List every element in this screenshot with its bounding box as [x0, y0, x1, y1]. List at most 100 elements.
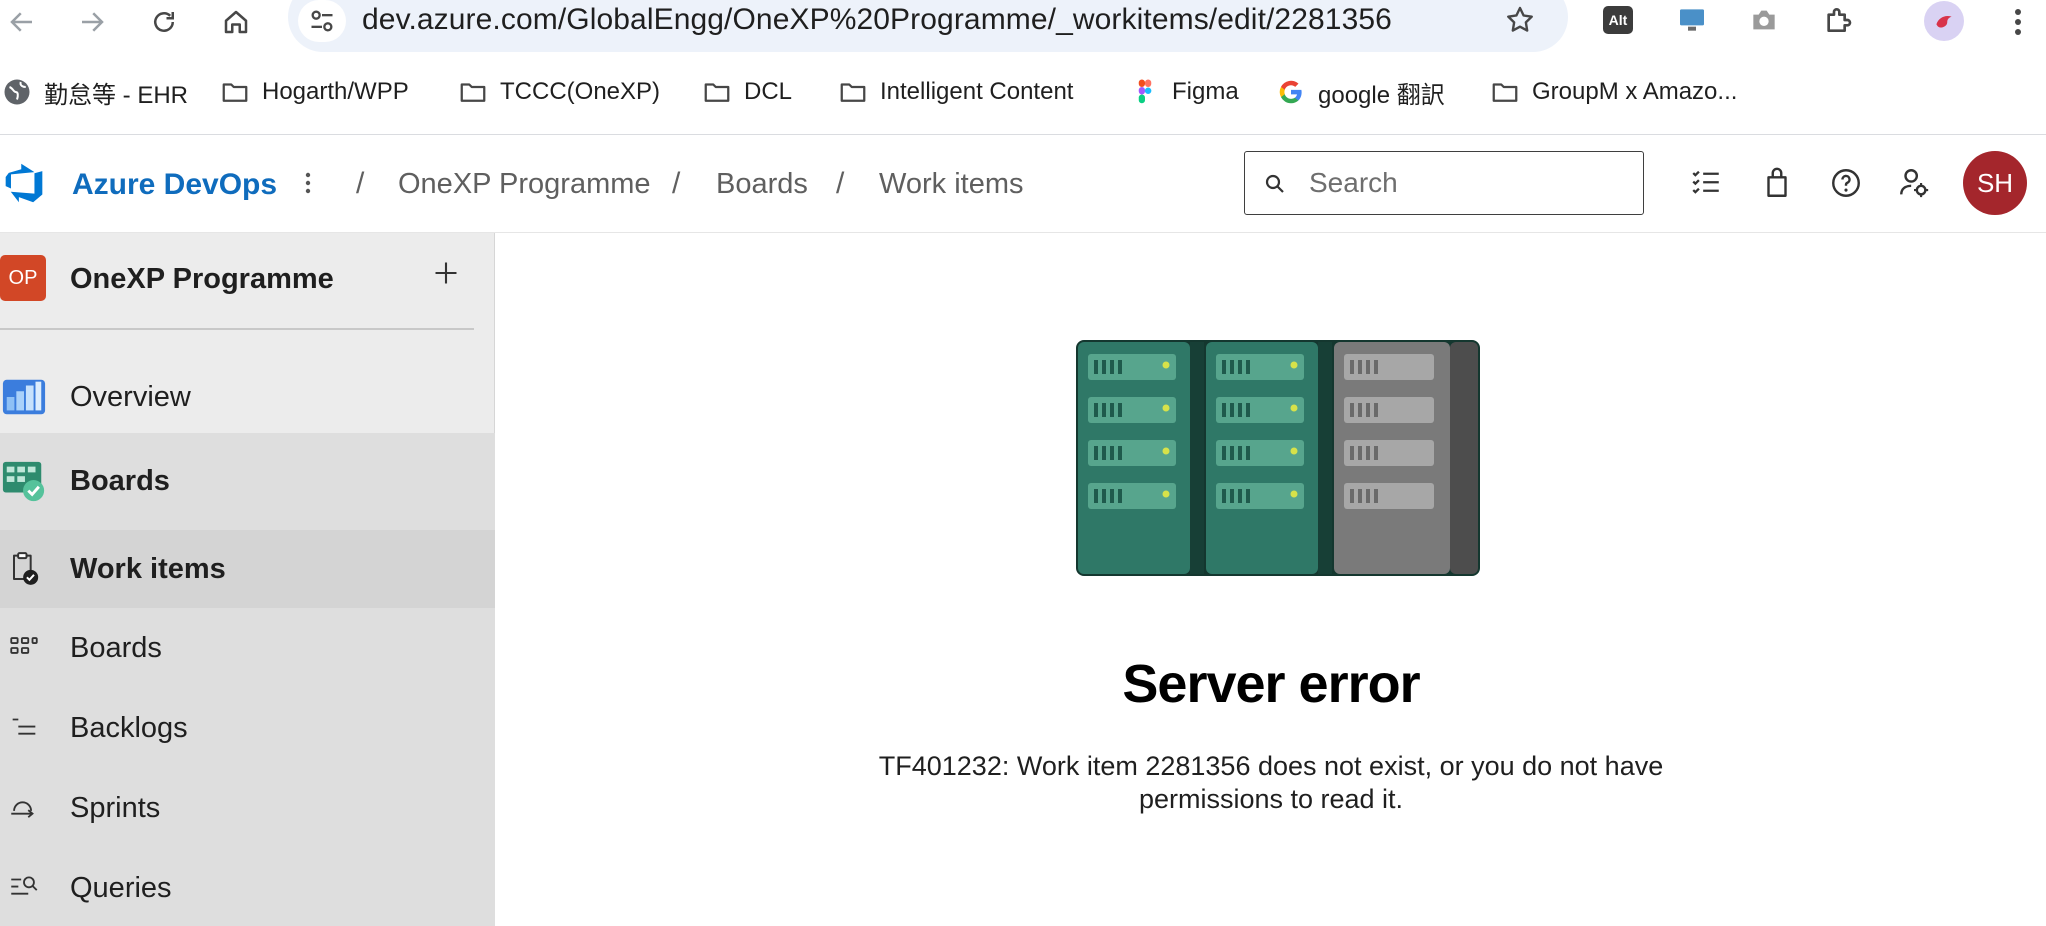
site-info-button[interactable] [298, 0, 346, 42]
folder-icon [1492, 83, 1518, 102]
main-content: Server error TF401232: Work item 2281356… [496, 233, 2046, 926]
camera-icon [1753, 10, 1775, 30]
screenshot-extension[interactable] [1744, 0, 1784, 40]
home-icon [224, 10, 248, 34]
bookmark-label: Intelligent Content [880, 78, 1074, 105]
project-sidebar: OP OneXP Programme Overview Boards Work … [0, 233, 495, 926]
sidebar-divider [0, 328, 474, 330]
search-input[interactable] [1309, 164, 1629, 202]
browser-profile-avatar[interactable] [1924, 1, 1964, 41]
figma-icon [1138, 79, 1152, 104]
bookmark-label: GroupM x Amazo... [1532, 78, 1738, 105]
bookmark-dcl[interactable]: DCL [702, 70, 792, 114]
browser-toolbar: dev.azure.com/GlobalEngg/OneXP%20Program… [0, 0, 2046, 56]
bookmark-label: Hogarth/WPP [262, 78, 409, 105]
globe-icon [4, 79, 30, 105]
breadcrumb-work-items[interactable]: Work items [879, 168, 1023, 201]
folder-icon [704, 83, 730, 102]
breadcrumb-separator: / [672, 167, 681, 200]
plus-icon [435, 262, 457, 284]
reload-button[interactable] [144, 2, 184, 42]
bookmark-label: TCCC(OneXP) [500, 78, 661, 105]
backlogs-icon [0, 704, 48, 752]
project-badge[interactable]: OP [0, 255, 46, 301]
forward-button[interactable] [72, 2, 112, 42]
bookmark-ehr[interactable]: 勤怠等 - EHR [2, 70, 188, 114]
bookmark-label: 勤怠等 - EHR [44, 81, 188, 109]
sidebar-item-label: Work items [70, 553, 226, 585]
server-rack-illustration [1076, 340, 1480, 576]
star-icon [1507, 6, 1533, 32]
url-text[interactable]: dev.azure.com/GlobalEngg/OneXP%20Program… [362, 3, 1392, 37]
bookmark-groupm[interactable]: GroupM x Amazo... [1490, 70, 1737, 114]
bookmark-label: Figma [1172, 78, 1239, 105]
breadcrumb-project[interactable]: OneXP Programme [398, 168, 651, 201]
breadcrumb-separator: / [356, 167, 365, 200]
azure-devops-brand[interactable]: Azure DevOps [72, 168, 277, 202]
puzzle-icon [1827, 8, 1852, 32]
bookmark-hogarth[interactable]: Hogarth/WPP [220, 70, 409, 114]
sidebar-item-overview[interactable]: Overview [0, 349, 495, 445]
user-avatar[interactable]: SH [1963, 151, 2027, 215]
user-settings-button[interactable] [1894, 163, 1934, 203]
new-item-button[interactable] [428, 255, 464, 291]
bookmark-intelligent-content[interactable]: Intelligent Content [838, 70, 1073, 114]
extensions-button[interactable] [1818, 0, 1858, 40]
project-name[interactable]: OneXP Programme [70, 263, 334, 296]
sidebar-item-backlogs[interactable]: Backlogs [0, 688, 495, 768]
work-items-icon [0, 545, 48, 593]
screen-extension[interactable] [1672, 0, 1712, 40]
monitor-icon [1680, 9, 1704, 31]
sidebar-item-label: Boards [70, 632, 162, 664]
breadcrumb-boards[interactable]: Boards [716, 168, 808, 201]
bird-icon [1936, 15, 1952, 28]
sidebar-item-sprints[interactable]: Sprints [0, 768, 495, 848]
bookmark-label: DCL [744, 78, 793, 105]
user-settings-icon [1900, 169, 1929, 198]
search-box[interactable] [1244, 151, 1644, 215]
marketplace-button[interactable] [1757, 163, 1797, 203]
bookmark-tccc[interactable]: TCCC(OneXP) [458, 70, 660, 114]
boards-icon [0, 624, 48, 672]
help-icon [1832, 169, 1860, 197]
sidebar-item-label: Sprints [70, 792, 161, 824]
bookmarks-bar: 勤怠等 - EHR Hogarth/WPP TCCC(OneXP) DCL In… [0, 70, 2046, 120]
bookmark-star-button[interactable] [1500, 0, 1540, 40]
organization-menu-button[interactable] [296, 163, 320, 203]
sidebar-item-work-items[interactable]: Work items [0, 530, 495, 608]
sidebar-item-label: Backlogs [70, 712, 188, 744]
work-items-list-button[interactable] [1686, 163, 1726, 203]
sidebar-item-label: Queries [70, 872, 172, 904]
breadcrumb-separator: / [836, 167, 845, 200]
error-message: TF401232: Work item 2281356 does not exi… [878, 751, 1664, 814]
folder-icon [222, 83, 248, 102]
sidebar-item-queries[interactable]: Queries [0, 848, 495, 926]
alt-text-extension[interactable]: Alt [1598, 0, 1638, 40]
sidebar-item-boards-hub[interactable]: Boards [0, 433, 495, 530]
ado-header: Azure DevOps / OneXP Programme / Boards … [0, 135, 2046, 233]
browser-menu-button[interactable] [2004, 2, 2032, 42]
bookmark-google-translate[interactable]: google 翻訳 [1276, 70, 1445, 114]
bookmark-label: google 翻訳 [1318, 81, 1445, 109]
boards-hub-icon [0, 457, 48, 505]
search-icon [1265, 174, 1284, 193]
error-title: Server error [1122, 654, 1420, 714]
azure-devops-logo-icon[interactable] [2, 161, 46, 205]
tune-icon [311, 10, 333, 32]
home-button[interactable] [216, 2, 256, 42]
google-icon [1279, 80, 1302, 104]
help-button[interactable] [1826, 163, 1866, 203]
queries-icon [0, 864, 48, 912]
more-vertical-icon [305, 172, 311, 194]
alt-badge: Alt [1603, 6, 1633, 34]
checklist-icon [1692, 170, 1719, 194]
overview-icon [0, 373, 48, 421]
shopping-bag-icon [1767, 167, 1787, 197]
arrow-right-icon [82, 12, 104, 32]
sidebar-item-boards[interactable]: Boards [0, 608, 495, 688]
bookmark-figma[interactable]: Figma [1130, 70, 1239, 114]
sidebar-item-label: Overview [70, 381, 191, 413]
folder-icon [460, 83, 486, 102]
back-button[interactable] [2, 2, 42, 42]
sprints-icon [0, 784, 48, 832]
